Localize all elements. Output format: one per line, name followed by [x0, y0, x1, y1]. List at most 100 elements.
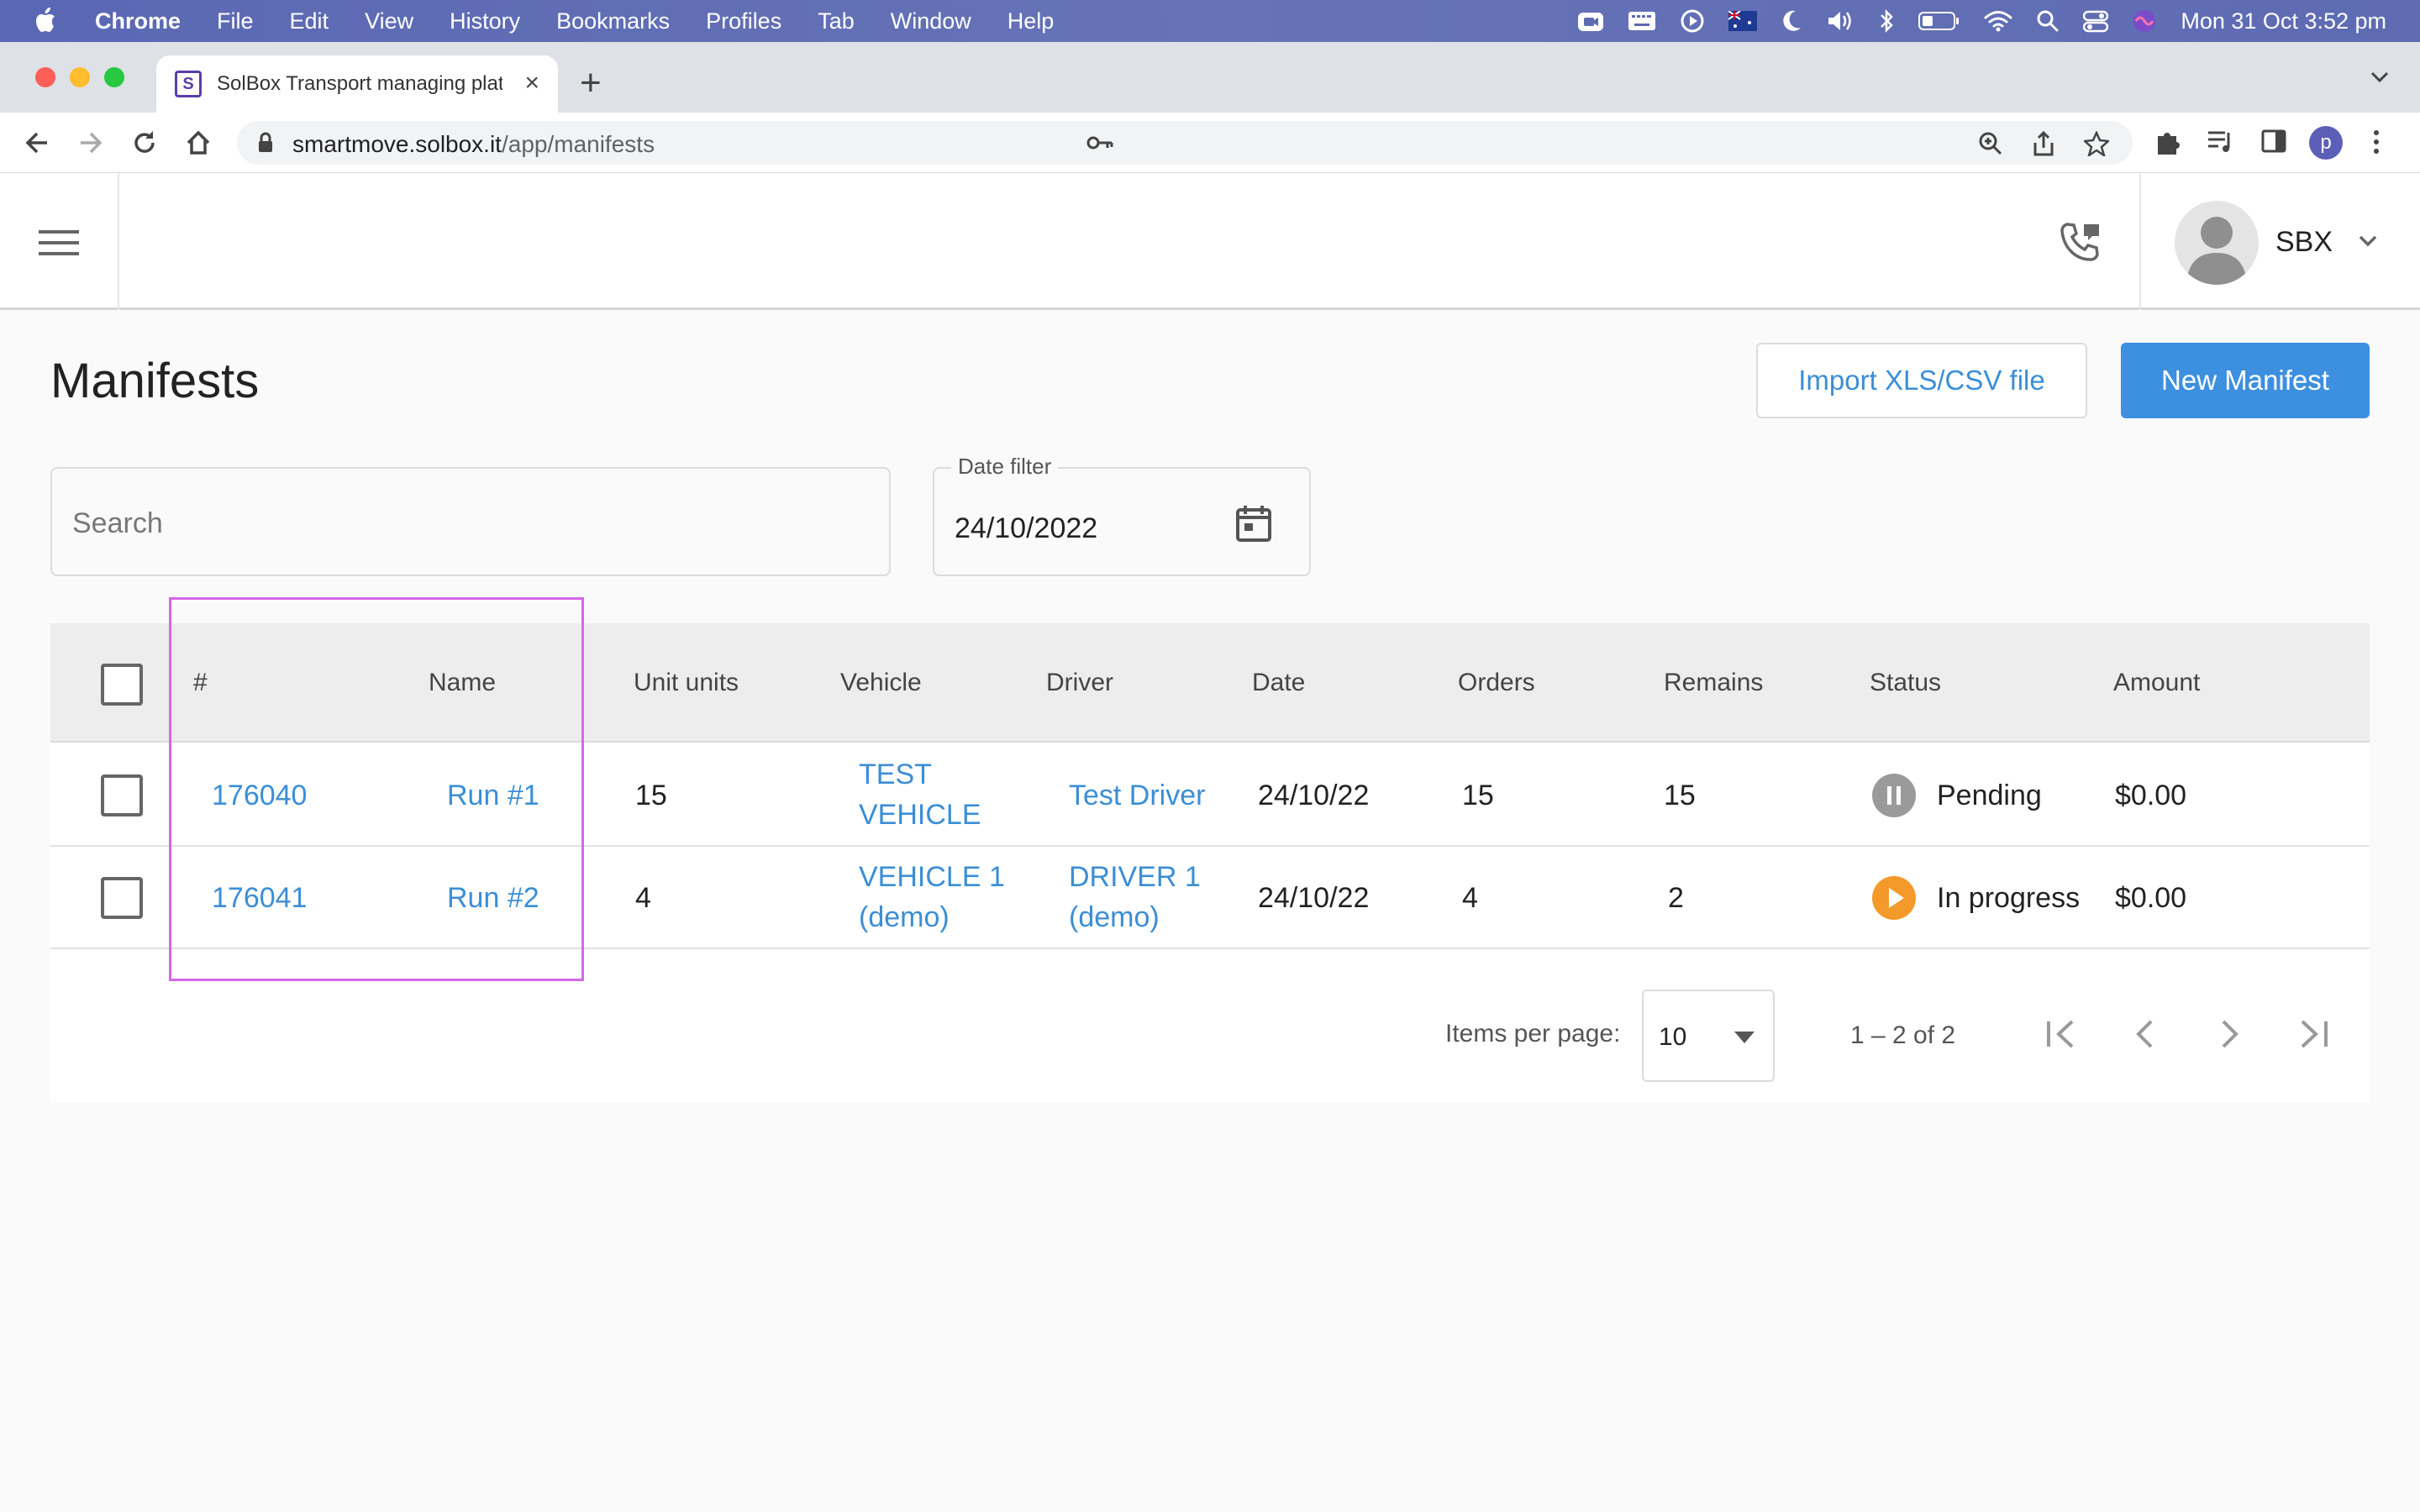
control-center-icon[interactable]	[2083, 9, 2109, 33]
tab-title: SolBox Transport managing platform	[217, 72, 502, 95]
menu-chrome[interactable]: Chrome	[95, 8, 181, 34]
browser-toolbar: smartmove.solbox.it/app/manifests p	[0, 113, 2420, 173]
previous-page-icon[interactable]	[2126, 1015, 2165, 1053]
import-file-button[interactable]: Import XLS/CSV file	[1756, 343, 2087, 418]
vehicle-link[interactable]: (demo)	[859, 897, 950, 937]
column-header-remains[interactable]: Remains	[1664, 669, 1763, 697]
driver-link[interactable]: Test Driver	[1069, 775, 1205, 816]
home-icon[interactable]	[183, 128, 213, 158]
vehicle-link[interactable]: TEST	[859, 754, 932, 795]
close-window-button[interactable]	[35, 67, 55, 87]
address-bar[interactable]: smartmove.solbox.it/app/manifests	[237, 121, 2133, 165]
lock-icon[interactable]	[257, 132, 274, 154]
forward-icon[interactable]	[76, 128, 106, 158]
units-value: 4	[635, 882, 651, 914]
row-checkbox[interactable]	[101, 774, 143, 816]
column-header-status[interactable]: Status	[1870, 669, 1941, 697]
next-page-icon[interactable]	[2210, 1015, 2249, 1053]
flag-au-icon[interactable]	[1728, 11, 1758, 31]
column-header-vehicle[interactable]: Vehicle	[840, 669, 922, 697]
highlight-box	[169, 597, 584, 981]
remains-value: 15	[1664, 780, 1696, 811]
play-icon	[1872, 876, 1916, 920]
menu-edit[interactable]: Edit	[290, 8, 329, 34]
side-panel-icon[interactable]	[2260, 128, 2287, 155]
header-divider	[2139, 174, 2141, 310]
tab-close-icon[interactable]: ×	[524, 71, 539, 96]
browser-menu-kebab-icon[interactable]	[2371, 128, 2381, 156]
zoom-icon[interactable]	[1978, 131, 2003, 156]
amount-value: $0.00	[2115, 780, 2187, 811]
menu-help[interactable]: Help	[1007, 8, 1055, 34]
back-icon[interactable]	[22, 128, 52, 158]
siri-icon[interactable]	[2132, 8, 2157, 34]
date-filter-field[interactable]: Date filter 24/10/2022	[933, 454, 1311, 576]
driver-link[interactable]: (demo)	[1069, 897, 1160, 937]
date-filter-value[interactable]: 24/10/2022	[955, 512, 1097, 545]
spotlight-icon[interactable]	[2036, 9, 2060, 33]
url-path: /app/manifests	[501, 131, 655, 157]
date-value: 24/10/22	[1258, 780, 1370, 811]
profile-avatar[interactable]: p	[2309, 126, 2343, 160]
vehicle-link[interactable]: VEHICLE 1	[859, 857, 1005, 897]
calendar-icon[interactable]	[1235, 504, 1272, 543]
hamburger-menu-icon[interactable]	[39, 229, 79, 256]
macos-menubar: Chrome File Edit View History Bookmarks …	[0, 0, 2420, 42]
share-icon[interactable]	[2032, 131, 2055, 156]
browser-tab[interactable]: S SolBox Transport managing platform ×	[156, 55, 558, 113]
url-host: smartmove.solbox.it	[292, 131, 502, 157]
row-checkbox[interactable]	[101, 877, 143, 919]
column-header-units[interactable]: Unit units	[634, 669, 739, 697]
paginator: Items per page: 10 1 – 2 of 2	[50, 969, 2370, 1102]
phone-forward-icon[interactable]	[2060, 221, 2102, 263]
video-camera-icon[interactable]	[1577, 9, 1604, 33]
key-icon[interactable]	[1086, 131, 1114, 155]
menu-file[interactable]: File	[217, 8, 254, 34]
extensions-puzzle-icon[interactable]	[2153, 128, 2181, 156]
column-header-orders[interactable]: Orders	[1458, 669, 1535, 697]
vehicle-link[interactable]: VEHICLE	[859, 795, 981, 835]
user-avatar[interactable]	[2175, 201, 2259, 285]
column-header-amount[interactable]: Amount	[2113, 669, 2200, 697]
menu-view[interactable]: View	[365, 8, 413, 34]
reload-icon[interactable]	[129, 128, 160, 158]
media-queue-icon[interactable]	[2207, 128, 2235, 156]
menu-tab[interactable]: Tab	[818, 8, 855, 34]
play-circle-icon[interactable]	[1680, 8, 1705, 34]
date-filter-label: Date filter	[951, 454, 1059, 480]
volume-icon[interactable]	[1826, 9, 1854, 33]
pause-icon	[1872, 774, 1916, 817]
menu-profiles[interactable]: Profiles	[706, 8, 781, 34]
last-page-icon[interactable]	[2294, 1015, 2333, 1053]
search-input[interactable]: Search	[50, 467, 891, 576]
bluetooth-icon[interactable]	[1878, 8, 1895, 34]
menu-history[interactable]: History	[450, 8, 520, 34]
battery-icon[interactable]	[1918, 10, 1960, 32]
apple-icon[interactable]	[34, 7, 57, 34]
new-tab-icon[interactable]: +	[580, 62, 602, 104]
keyboard-icon[interactable]	[1628, 10, 1656, 32]
zoom-window-button[interactable]	[104, 67, 124, 87]
select-all-checkbox[interactable]	[101, 664, 143, 706]
first-page-icon[interactable]	[2042, 1015, 2081, 1053]
clock[interactable]: Mon 31 Oct 3:52 pm	[2181, 8, 2386, 34]
moon-icon[interactable]	[1781, 9, 1802, 33]
user-name[interactable]: SBX	[2275, 226, 2333, 259]
column-header-driver[interactable]: Driver	[1046, 669, 1113, 697]
new-manifest-button[interactable]: New Manifest	[2121, 343, 2370, 418]
driver-link[interactable]: DRIVER 1	[1069, 857, 1201, 897]
solbox-favicon-icon: S	[175, 71, 202, 97]
tab-search-chevron-icon[interactable]	[2370, 71, 2390, 84]
menu-window[interactable]: Window	[891, 8, 971, 34]
bookmark-star-icon[interactable]	[2084, 131, 2109, 156]
remains-value: 2	[1668, 882, 1684, 914]
url-text[interactable]: smartmove.solbox.it/app/manifests	[292, 131, 655, 158]
menu-bookmarks[interactable]: Bookmarks	[556, 8, 670, 34]
page-title: Manifests	[50, 354, 260, 408]
items-per-page-select[interactable]: 10	[1642, 990, 1775, 1082]
chevron-down-icon[interactable]	[2358, 234, 2378, 248]
minimize-window-button[interactable]	[70, 67, 90, 87]
column-header-date[interactable]: Date	[1252, 669, 1305, 697]
date-value: 24/10/22	[1258, 882, 1370, 914]
wifi-icon[interactable]	[1984, 9, 2012, 33]
